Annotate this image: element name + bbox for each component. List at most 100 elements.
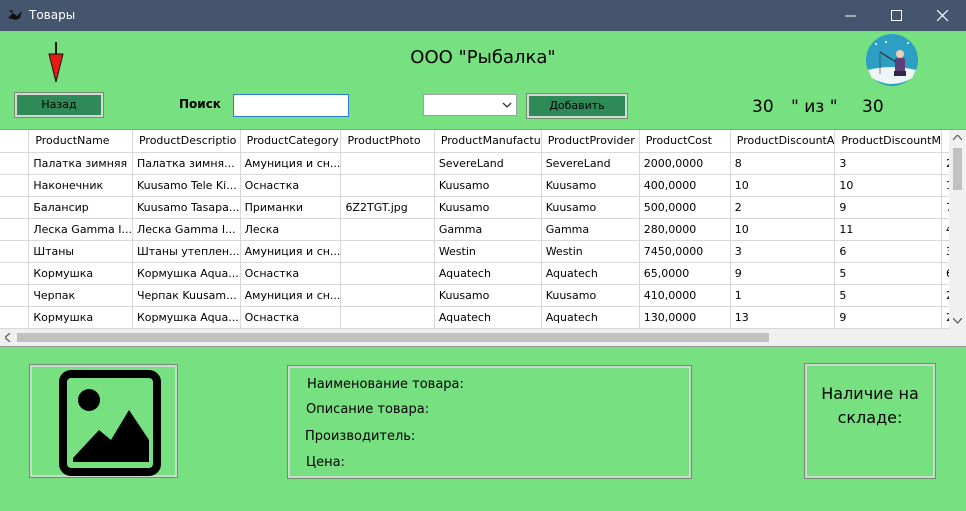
row-header[interactable] bbox=[0, 152, 30, 175]
table-cell[interactable]: Штаны bbox=[28, 240, 133, 263]
table-cell[interactable]: Aquatech bbox=[541, 262, 640, 285]
table-cell[interactable]: Gamma bbox=[434, 218, 542, 241]
table-row[interactable]: Кормушка Кормушка Aqua... Оснастка Aquatech… bbox=[0, 306, 966, 329]
row-header[interactable] bbox=[0, 240, 30, 263]
scroll-up-icon[interactable] bbox=[953, 135, 962, 141]
column-header[interactable]: ProductName bbox=[28, 130, 133, 153]
maximize-button[interactable] bbox=[874, 0, 920, 31]
table-cell[interactable]: Оснастка bbox=[240, 306, 342, 329]
horizontal-scrollbar[interactable] bbox=[0, 329, 966, 346]
search-input[interactable] bbox=[233, 94, 349, 117]
table-cell[interactable]: 500,0000 bbox=[639, 196, 731, 219]
table-row[interactable]: Наконечник Kuusamo Tele Ki... Оснастка Kuus… bbox=[0, 174, 966, 197]
products-grid[interactable]: ProductName ProductDescriptio ProductCat… bbox=[0, 129, 966, 347]
table-cell[interactable]: 6Z2TGT.jpg bbox=[340, 196, 435, 219]
row-header[interactable] bbox=[0, 262, 30, 285]
table-cell[interactable]: Kuusamo bbox=[541, 174, 640, 197]
table-cell[interactable]: Кормушка Aqua... bbox=[132, 262, 241, 285]
table-cell[interactable]: 410,0000 bbox=[639, 284, 731, 307]
table-cell[interactable]: 1 bbox=[730, 284, 836, 307]
table-cell[interactable]: 7450,0000 bbox=[639, 240, 731, 263]
table-cell[interactable]: 2 bbox=[730, 196, 836, 219]
table-cell[interactable]: Черпак Kuusam... bbox=[132, 284, 241, 307]
scroll-left-icon[interactable] bbox=[5, 333, 11, 342]
table-cell[interactable]: Kuusamo Tasapa... bbox=[132, 196, 241, 219]
table-cell[interactable]: Кормушка bbox=[28, 262, 133, 285]
table-cell[interactable]: 8 bbox=[730, 152, 836, 175]
table-cell[interactable] bbox=[340, 152, 435, 175]
table-cell[interactable]: Westin bbox=[434, 240, 542, 263]
table-cell[interactable]: Kuusamo bbox=[541, 196, 640, 219]
table-cell[interactable]: Kuusamo Tele Ki... bbox=[132, 174, 241, 197]
table-cell[interactable]: 3 bbox=[730, 240, 836, 263]
table-cell[interactable] bbox=[340, 306, 435, 329]
vertical-scrollbar[interactable] bbox=[949, 130, 966, 330]
close-button[interactable] bbox=[920, 0, 966, 31]
table-cell[interactable]: Kuusamo bbox=[541, 284, 640, 307]
table-cell[interactable]: Оснастка bbox=[240, 174, 342, 197]
table-cell[interactable]: 400,0000 bbox=[639, 174, 731, 197]
table-row[interactable]: Палатка зимняя Палатка зимня... Амуниция и… bbox=[0, 152, 966, 175]
table-cell[interactable]: Палатка зимня... bbox=[132, 152, 241, 175]
table-row[interactable]: Штаны Штаны утеплен... Амуниция и сн... Wes… bbox=[0, 240, 966, 263]
table-cell[interactable]: 5 bbox=[834, 284, 942, 307]
table-cell[interactable] bbox=[340, 218, 435, 241]
column-header[interactable]: ProductProvider bbox=[541, 130, 640, 153]
table-cell[interactable] bbox=[340, 174, 435, 197]
column-header[interactable]: ProductDescriptio bbox=[132, 130, 241, 153]
table-cell[interactable]: SevereLand bbox=[541, 152, 640, 175]
table-cell[interactable]: 3 bbox=[834, 152, 942, 175]
scroll-down-icon[interactable] bbox=[953, 318, 962, 324]
table-cell[interactable]: Kuusamo bbox=[434, 196, 542, 219]
table-cell[interactable]: Палатка зимняя bbox=[28, 152, 133, 175]
table-cell[interactable]: Gamma bbox=[541, 218, 640, 241]
table-cell[interactable]: 65,0000 bbox=[639, 262, 731, 285]
table-cell[interactable]: 9 bbox=[730, 262, 836, 285]
table-row[interactable]: Леска Gamma I... Леска Gamma I... Леска Gam… bbox=[0, 218, 966, 241]
table-cell[interactable]: Леска Gamma I... bbox=[28, 218, 133, 241]
horizontal-scroll-thumb[interactable] bbox=[17, 333, 769, 342]
table-cell[interactable]: Aquatech bbox=[434, 306, 542, 329]
column-header[interactable]: ProductDiscountM bbox=[834, 130, 942, 153]
vertical-scroll-thumb[interactable] bbox=[953, 148, 962, 190]
table-cell[interactable]: Балансир bbox=[28, 196, 133, 219]
table-cell[interactable]: Кормушка Aqua... bbox=[132, 306, 241, 329]
table-cell[interactable] bbox=[340, 240, 435, 263]
row-header[interactable] bbox=[0, 306, 30, 329]
table-cell[interactable]: 13 bbox=[730, 306, 836, 329]
table-cell[interactable] bbox=[340, 262, 435, 285]
table-cell[interactable]: Леска Gamma I... bbox=[132, 218, 241, 241]
table-cell[interactable]: Наконечник bbox=[28, 174, 133, 197]
table-cell[interactable]: Kuusamo bbox=[434, 284, 542, 307]
table-cell[interactable]: Черпак bbox=[28, 284, 133, 307]
table-cell[interactable]: Штаны утеплен... bbox=[132, 240, 241, 263]
minimize-button[interactable] bbox=[828, 0, 874, 31]
row-header[interactable] bbox=[0, 218, 30, 241]
row-header[interactable] bbox=[0, 196, 30, 219]
column-header[interactable]: ProductCost bbox=[639, 130, 731, 153]
column-header[interactable]: ProductManufactu bbox=[434, 130, 542, 153]
table-cell[interactable]: 10 bbox=[730, 218, 836, 241]
table-cell[interactable] bbox=[340, 284, 435, 307]
table-cell[interactable]: Aquatech bbox=[541, 306, 640, 329]
add-button[interactable]: Добавить bbox=[526, 93, 628, 119]
table-cell[interactable]: 130,0000 bbox=[639, 306, 731, 329]
table-cell[interactable]: 280,0000 bbox=[639, 218, 731, 241]
table-cell[interactable]: Kuusamo bbox=[434, 174, 542, 197]
table-cell[interactable]: 5 bbox=[834, 262, 942, 285]
table-cell[interactable]: Амуниция и сн... bbox=[240, 240, 342, 263]
table-cell[interactable]: Амуниция и сн... bbox=[240, 284, 342, 307]
row-header[interactable] bbox=[0, 284, 30, 307]
table-cell[interactable]: 11 bbox=[834, 218, 942, 241]
filter-dropdown[interactable] bbox=[423, 94, 517, 116]
table-cell[interactable]: Кормушка bbox=[28, 306, 133, 329]
table-cell[interactable]: Оснастка bbox=[240, 262, 342, 285]
column-header[interactable]: ProductPhoto bbox=[340, 130, 435, 153]
table-cell[interactable]: 10 bbox=[730, 174, 836, 197]
table-row[interactable]: Балансир Kuusamo Tasapa... Приманки 6Z2TGT.… bbox=[0, 196, 966, 219]
column-header[interactable]: ProductCategory bbox=[240, 130, 342, 153]
table-cell[interactable]: 6 bbox=[834, 240, 942, 263]
table-cell[interactable]: 9 bbox=[834, 306, 942, 329]
table-cell[interactable]: 10 bbox=[834, 174, 942, 197]
table-cell[interactable]: Амуниция и сн... bbox=[240, 152, 342, 175]
